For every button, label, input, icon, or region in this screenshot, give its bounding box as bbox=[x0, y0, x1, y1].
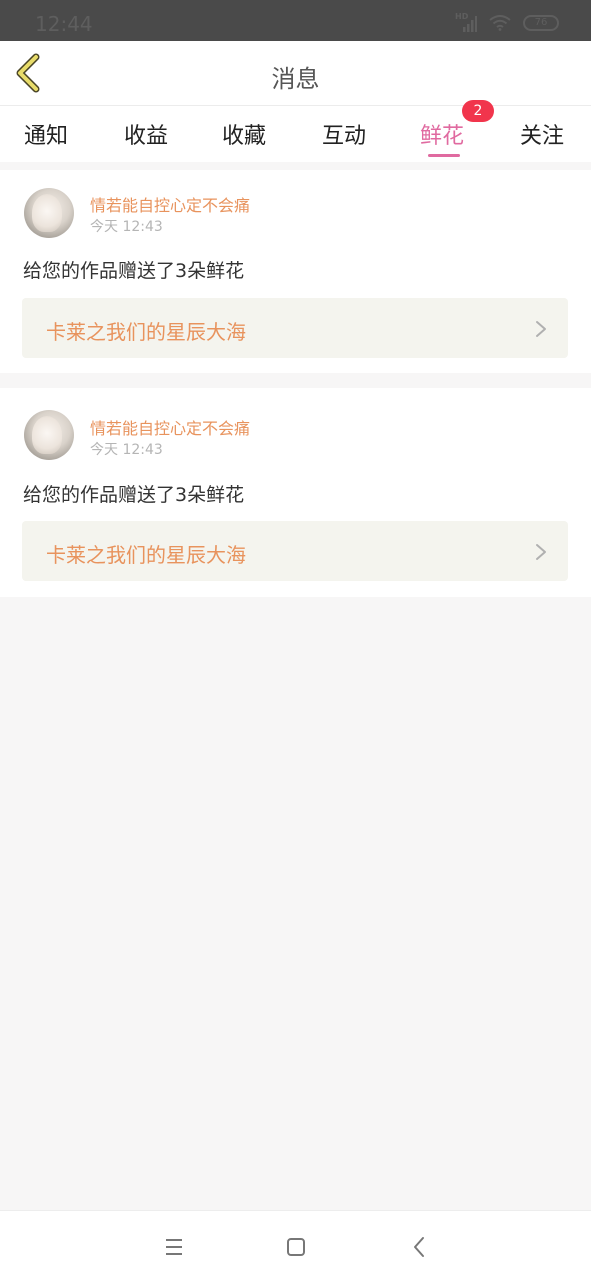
home-square-icon[interactable] bbox=[282, 1233, 310, 1261]
work-title: 卡莱之我们的星辰大海 bbox=[46, 543, 246, 567]
tab-earnings[interactable]: 收益 bbox=[124, 118, 168, 150]
username[interactable]: 情若能自控心定不会痛 bbox=[90, 192, 250, 216]
avatar[interactable] bbox=[24, 410, 74, 460]
notification-card: 情若能自控心定不会痛 今天 12:43 给您的作品赠送了3朵鲜花 卡莱之我们的星… bbox=[0, 170, 591, 373]
app-header: 消息 bbox=[0, 41, 591, 106]
wifi-icon bbox=[489, 15, 511, 31]
work-link[interactable]: 卡莱之我们的星辰大海 bbox=[22, 521, 568, 581]
notification-message: 给您的作品赠送了3朵鲜花 bbox=[23, 260, 245, 282]
work-title: 卡莱之我们的星辰大海 bbox=[46, 320, 246, 344]
tab-notice[interactable]: 通知 bbox=[24, 118, 68, 150]
tab-flowers[interactable]: 鲜花 bbox=[420, 118, 464, 150]
status-time: 12:44 bbox=[35, 12, 93, 36]
chevron-right-icon bbox=[536, 544, 546, 560]
notification-card: 情若能自控心定不会痛 今天 12:43 给您的作品赠送了3朵鲜花 卡莱之我们的星… bbox=[0, 388, 591, 597]
signal-icon: HD bbox=[455, 12, 477, 32]
notification-message: 给您的作品赠送了3朵鲜花 bbox=[23, 484, 245, 506]
back-icon[interactable] bbox=[406, 1233, 434, 1261]
active-tab-indicator bbox=[428, 154, 460, 157]
menu-icon[interactable] bbox=[160, 1233, 188, 1261]
tab-bar: 通知 收益 收藏 互动 鲜花 关注 2 bbox=[0, 100, 591, 162]
page-title: 消息 bbox=[271, 65, 320, 93]
battery-icon: 76 bbox=[523, 15, 559, 31]
timestamp: 今天 12:43 bbox=[90, 219, 163, 235]
status-icons: HD 76 bbox=[455, 12, 559, 32]
chevron-right-icon bbox=[536, 321, 546, 337]
tab-favorites[interactable]: 收藏 bbox=[222, 118, 266, 150]
timestamp: 今天 12:43 bbox=[90, 442, 163, 458]
flowers-badge: 2 bbox=[462, 100, 494, 122]
username[interactable]: 情若能自控心定不会痛 bbox=[90, 415, 250, 439]
work-link[interactable]: 卡莱之我们的星辰大海 bbox=[22, 298, 568, 358]
avatar[interactable] bbox=[24, 188, 74, 238]
tab-following[interactable]: 关注 bbox=[520, 118, 564, 150]
tab-interaction[interactable]: 互动 bbox=[322, 118, 366, 150]
system-nav-bar bbox=[0, 1210, 591, 1280]
status-bar: 12:44 HD 76 bbox=[0, 0, 591, 41]
